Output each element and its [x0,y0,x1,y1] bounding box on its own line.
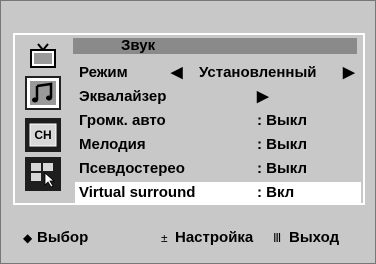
menu-item-label: Мелодия [79,136,146,153]
menu-item-label: Режим [79,64,128,81]
menu-item-equalizer[interactable]: Эквалайзер ▶ [75,86,361,107]
channel-icon-label: CH [34,128,52,142]
menu-item-value: : Выкл [257,136,308,153]
submenu-arrow-icon: ▶ [257,88,269,105]
osd-screen: CH Звук Режим ◀ Установленный ▶ Эквалайз… [0,0,376,264]
adjust-hint: Настройка [175,229,254,246]
menu-item-label: Эквалайзер [79,88,167,105]
menu-item-auto-volume[interactable]: Громк. авто : Выкл [75,110,361,131]
menu-item-value: : Выкл [257,112,308,129]
tv-picture-icon[interactable] [25,39,61,73]
menu-item-label: Virtual surround [79,184,196,201]
help-bar: ◆ Выбор ± Настройка Ⅲ Выход [13,225,365,251]
page-title: Звук [121,37,156,54]
adjust-icon: ± [161,231,168,245]
menu-item-pseudo-stereo[interactable]: Псевдостерео : Выкл [75,158,361,179]
right-arrow-icon[interactable]: ▶ [343,62,355,83]
menu-item-value: Установленный [199,64,317,81]
select-hint: Выбор [37,229,89,246]
menu-title-bar: Звук [73,38,357,54]
menu-item-virtual-surround[interactable]: Virtual surround : Вкл [75,182,361,203]
channel-icon[interactable]: CH [25,118,61,152]
menu-item-label: Псевдостерео [79,160,185,177]
exit-hint: Выход [289,229,340,246]
select-icon: ◆ [23,231,33,245]
music-note-icon[interactable] [25,76,61,110]
menu-item-value: : Вкл [257,184,295,201]
menu-item-value: : Выкл [257,160,308,177]
menu-item-melody[interactable]: Мелодия : Выкл [75,134,361,155]
menu-item-mode[interactable]: Режим ◀ Установленный ▶ [75,62,361,83]
menu-category-column: CH [25,39,63,195]
setup-icon[interactable] [25,157,61,191]
left-arrow-icon[interactable]: ◀ [171,62,183,83]
exit-icon: Ⅲ [273,231,282,245]
menu-item-label: Громк. авто [79,112,166,129]
